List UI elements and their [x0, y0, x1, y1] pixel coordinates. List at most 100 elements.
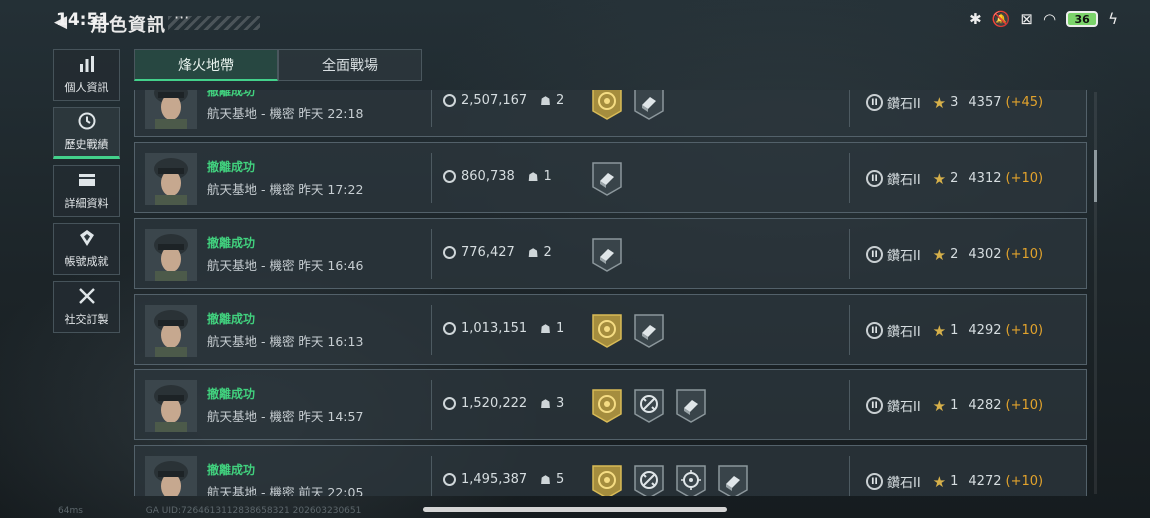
divider [431, 153, 432, 203]
gold-medal-icon [591, 313, 623, 349]
kill-count: 1 [543, 169, 552, 184]
rank-icon: II [866, 322, 883, 339]
money-info: 2,507,167 ☗ 2 [443, 93, 564, 108]
match-detail: 航天基地 - 機密 昨天 16:13 [207, 334, 364, 349]
folder-icon [78, 171, 96, 191]
loot-box-icon [591, 161, 623, 197]
star-icon: ★ [932, 321, 947, 340]
tools-icon [78, 287, 96, 307]
star-count: 2 [950, 247, 959, 262]
divider [431, 305, 432, 355]
avatar [145, 229, 197, 281]
match-row[interactable]: 撤離成功 航天基地 - 機密 昨天 14:57 1,520,222 ☗ 3 II… [134, 369, 1087, 440]
avatar [145, 380, 197, 432]
avatar [145, 305, 197, 357]
badge-list [591, 388, 707, 424]
scrollbar-thumb[interactable] [1094, 150, 1097, 202]
match-row[interactable]: 撤離成功 航天基地 - 機密 昨天 16:13 1,013,151 ☗ 1 II… [134, 294, 1087, 365]
divider [849, 456, 850, 496]
rank-name: 鑽石II [887, 249, 921, 264]
star-count: 3 [950, 95, 959, 110]
rank-name: 鑽石II [887, 173, 921, 188]
match-row[interactable]: 撤離成功 航天基地 - 機密 昨天 16:46 776,427 ☗ 2 II 鑽… [134, 218, 1087, 289]
tab-full-battlefield[interactable]: 全面戰場 [278, 49, 422, 81]
coin-icon [443, 170, 456, 183]
sidebar-item-label: 帳號成就 [64, 255, 109, 268]
points-delta: (+10) [1005, 474, 1044, 489]
points-delta: (+45) [1005, 95, 1044, 110]
more-icon[interactable]: ··· [174, 8, 189, 27]
coin-icon [443, 94, 456, 107]
kill-count: 2 [543, 245, 552, 260]
match-row[interactable]: 撤離成功 航天基地 - 機密 昨天 22:18 2,507,167 ☗ 2 II… [134, 90, 1087, 137]
avatar [145, 153, 197, 205]
bar-chart-icon [78, 55, 96, 75]
badge-list [591, 464, 749, 496]
rank-icon: II [866, 94, 883, 111]
star-icon: ★ [932, 396, 947, 415]
badge-list [591, 90, 665, 121]
match-result: 撤離成功 [207, 387, 256, 401]
loot-box-icon [633, 313, 665, 349]
rank-name: 鑽石II [887, 325, 921, 340]
home-indicator[interactable] [423, 507, 727, 512]
rank-points: 4312 [968, 171, 1002, 186]
sidebar-item-history[interactable]: 歷史戰績 [53, 107, 120, 159]
bluetooth-icon: ✱ [969, 10, 982, 28]
wifi-icon: ◠ [1043, 10, 1057, 28]
tab-extraction[interactable]: 烽火地帶 [134, 49, 278, 81]
sidebar-item-social[interactable]: 社交訂製 [53, 281, 120, 333]
kill-count: 3 [555, 396, 565, 411]
rank-info: II 鑽石II ★ 1 4292 (+10) [866, 321, 1043, 340]
money-value: 776,427 [461, 245, 515, 260]
match-history-list: 撤離成功 航天基地 - 機密 昨天 22:18 2,507,167 ☗ 2 II… [134, 90, 1088, 496]
rank-points: 4282 [968, 398, 1002, 413]
skull-icon: ☗ [540, 321, 551, 336]
kill-count: 1 [555, 321, 565, 336]
rank-points: 4302 [968, 247, 1002, 262]
status-bar: ◀ 角色資訊 14:51 ··· ✱ 🔕 ⊠ ◠ 36 ϟ [0, 0, 1150, 40]
money-value: 2,507,167 [461, 93, 528, 108]
uid-text: GA UID:7264613112838658321 202603230651 [145, 506, 362, 516]
gold-medal-icon [591, 90, 623, 121]
loot-box-icon [633, 90, 665, 121]
rescue-icon [633, 388, 665, 424]
match-row[interactable]: 撤離成功 航天基地 - 機密 前天 22:05 1,495,387 ☗ 5 II… [134, 445, 1087, 496]
rank-icon: II [866, 246, 883, 263]
star-count: 1 [950, 323, 959, 338]
skull-icon: ☗ [540, 93, 551, 108]
match-row[interactable]: 撤離成功 航天基地 - 機密 昨天 17:22 860,738 ☗ 1 II 鑽… [134, 142, 1087, 213]
money-info: 1,520,222 ☗ 3 [443, 396, 564, 411]
sidebar-item-achievements[interactable]: 帳號成就 [53, 223, 120, 275]
star-count: 2 [950, 171, 959, 186]
rank-points: 4292 [968, 323, 1002, 338]
sidebar: 個人資訊 歷史戰績 詳細資料 帳號成就 社交訂製 [53, 49, 120, 339]
ping-value: 64ms [58, 506, 83, 516]
sidebar-item-details[interactable]: 詳細資料 [53, 165, 120, 217]
list-scrollbar[interactable] [1094, 92, 1097, 494]
match-detail: 航天基地 - 機密 昨天 22:18 [207, 106, 364, 121]
sidebar-item-label: 詳細資料 [64, 197, 109, 210]
skull-icon: ☗ [540, 396, 551, 411]
points-delta: (+10) [1005, 171, 1044, 186]
avatar [145, 456, 197, 496]
sidebar-item-profile[interactable]: 個人資訊 [53, 49, 120, 101]
clock-icon [78, 112, 96, 132]
star-icon: ★ [932, 169, 947, 188]
coin-icon [443, 473, 456, 486]
match-result: 撤離成功 [207, 236, 256, 250]
match-result: 撤離成功 [207, 463, 256, 477]
match-detail: 航天基地 - 機密 前天 22:05 [207, 485, 364, 496]
kill-count: 2 [555, 93, 565, 108]
sim-off-icon: ⊠ [1020, 10, 1033, 28]
match-detail: 航天基地 - 機密 昨天 17:22 [207, 182, 364, 197]
points-delta: (+10) [1005, 323, 1044, 338]
badge-list [591, 313, 665, 349]
divider [431, 229, 432, 279]
match-detail: 航天基地 - 機密 昨天 14:57 [207, 409, 364, 424]
star-icon: ★ [932, 245, 947, 264]
match-result: 撤離成功 [207, 160, 256, 174]
star-count: 1 [950, 398, 959, 413]
loot-box-icon [591, 237, 623, 273]
match-detail: 航天基地 - 機密 昨天 16:46 [207, 258, 364, 273]
